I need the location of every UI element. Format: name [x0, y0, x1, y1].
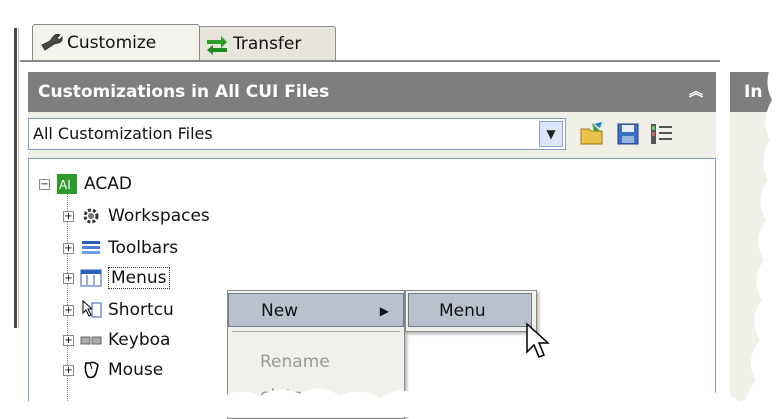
panel-header: Customizations in All CUI Files ︽ — [28, 72, 716, 112]
context-menu-item-delete[interactable]: elete — [228, 379, 404, 413]
transfer-arrows-icon — [207, 35, 227, 55]
svg-text:AI: AI — [59, 178, 71, 192]
collapse-chevron-icon[interactable]: ︽ — [686, 82, 706, 102]
expand-icon[interactable]: + — [63, 334, 74, 346]
window-border — [14, 28, 17, 328]
expand-icon[interactable]: + — [63, 272, 74, 284]
context-menu-item-rename[interactable]: Rename — [228, 345, 404, 379]
tab-strip-baseline — [20, 60, 720, 62]
expand-icon[interactable]: + — [63, 242, 74, 254]
mouse-icon — [84, 361, 99, 379]
context-menu: New ▶ Rename elete — [227, 290, 405, 419]
tab-transfer-label: Transfer — [233, 33, 302, 54]
tab-transfer[interactable]: Transfer — [198, 26, 336, 60]
expand-icon[interactable]: + — [63, 304, 74, 316]
open-folder-icon[interactable] — [578, 120, 606, 148]
tree-item-label: Keyboa — [108, 330, 171, 350]
submenu-item-menu[interactable]: Menu — [408, 293, 532, 327]
mouse-pointer-icon — [526, 322, 550, 358]
tree-item-label: Workspaces — [108, 206, 210, 226]
dropdown-value: All Customization Files — [33, 124, 213, 143]
submenu-arrow-icon: ▶ — [379, 304, 389, 318]
dropdown-arrow-icon[interactable]: ▼ — [539, 121, 563, 147]
expand-icon[interactable]: + — [63, 364, 74, 376]
gear-icon — [83, 208, 99, 224]
tree-item-toolbars[interactable]: + Toolbars — [63, 233, 178, 263]
tree-item-label: Mouse — [108, 360, 164, 380]
list-view-icon[interactable] — [648, 120, 676, 148]
info-panel: In — [730, 72, 782, 417]
tree-root-label: ACAD — [84, 174, 132, 194]
tab-customize[interactable]: Customize — [32, 24, 200, 60]
context-menu-item-new[interactable]: New ▶ — [228, 293, 404, 327]
acad-icon: AI — [57, 174, 77, 194]
toolbar-icon — [82, 241, 100, 254]
shortcut-menu-icon — [82, 299, 102, 318]
save-icon[interactable] — [614, 120, 642, 148]
context-menu-item-label: elete — [260, 386, 303, 406]
submenu-item-label: Menu — [439, 301, 486, 321]
info-panel-header: In — [730, 72, 782, 112]
tree-item-menus[interactable]: + Menus — [63, 263, 170, 293]
menu-icon — [80, 269, 102, 287]
tree-root[interactable]: − AI ACAD — [39, 169, 132, 199]
context-menu-separator — [232, 331, 400, 332]
tree-item-label: Toolbars — [108, 238, 179, 258]
submenu: Menu — [405, 290, 537, 332]
context-menu-item-label: New — [261, 301, 299, 321]
tree-item-keyboard[interactable]: + Keyboa — [63, 325, 170, 355]
tree-item-label: Shortcu — [108, 300, 174, 320]
tab-customize-label: Customize — [67, 32, 157, 53]
panel-title: Customizations in All CUI Files — [38, 82, 330, 102]
tree-item-workspaces[interactable]: + Workspaces — [63, 201, 210, 231]
tab-strip: Customize Transfer — [20, 18, 720, 62]
customization-files-dropdown[interactable]: All Customization Files ▼ — [28, 118, 566, 150]
window-border-inner — [18, 28, 19, 328]
collapse-icon[interactable]: − — [39, 178, 50, 190]
tree-item-mouse[interactable]: + Mouse — [63, 355, 163, 385]
tree-item-shortcut-menus[interactable]: + Shortcu — [63, 295, 174, 325]
keyboard-icon — [80, 336, 102, 345]
wrench-icon — [41, 33, 63, 51]
tree-item-label: Menus — [108, 267, 170, 289]
expand-icon[interactable]: + — [63, 210, 74, 222]
context-menu-item-label: Rename — [260, 352, 330, 372]
